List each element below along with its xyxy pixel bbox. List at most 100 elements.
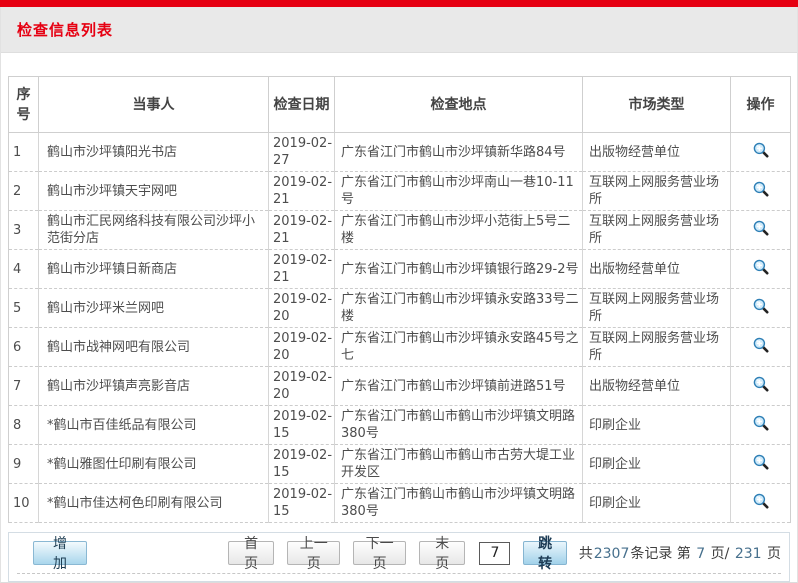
- col-header-no: 序号: [9, 77, 39, 133]
- action-cell: [731, 133, 791, 172]
- table-header-row: 序号 当事人 检查日期 检查地点 市场类型 操作: [9, 77, 791, 133]
- view-detail-button[interactable]: [752, 336, 770, 354]
- view-detail-button[interactable]: [752, 492, 770, 510]
- market-type-cell: 印刷企业: [583, 406, 731, 445]
- magnifier-zoom-icon: [752, 375, 770, 393]
- summary-prefix: 共: [579, 546, 593, 562]
- market-type-cell: 互联网上网服务营业场所: [583, 172, 731, 211]
- row-number-cell: 1: [9, 133, 39, 172]
- party-cell: 鹤山市沙坪镇声亮影音店: [39, 367, 269, 406]
- market-type-cell: 互联网上网服务营业场所: [583, 289, 731, 328]
- row-number-cell: 6: [9, 328, 39, 367]
- magnifier-zoom-icon: [752, 492, 770, 510]
- date-cell: 2019-02-27: [269, 133, 335, 172]
- total-records-count: 2307: [593, 546, 631, 562]
- add-button[interactable]: 增 加: [33, 541, 87, 565]
- magnifier-zoom-icon: [752, 219, 770, 237]
- market-type-cell: 印刷企业: [583, 484, 731, 523]
- table-row: 8 *鹤山市百佳纸品有限公司 2019-02-15 广东省江门市鹤山市鹤山市沙坪…: [9, 406, 791, 445]
- action-cell: [731, 328, 791, 367]
- next-page-button[interactable]: 下一页: [353, 541, 406, 565]
- magnifier-zoom-icon: [752, 258, 770, 276]
- date-cell: 2019-02-21: [269, 211, 335, 250]
- view-detail-button[interactable]: [752, 297, 770, 315]
- date-cell: 2019-02-20: [269, 367, 335, 406]
- market-type-cell: 印刷企业: [583, 445, 731, 484]
- magnifier-zoom-icon: [752, 453, 770, 471]
- place-cell: 广东省江门市鹤山市沙坪镇永安路33号二楼: [335, 289, 583, 328]
- party-cell: *鹤山雅图仕印刷有限公司: [39, 445, 269, 484]
- table-row: 3 鹤山市汇民网络科技有限公司沙坪小范街分店 2019-02-21 广东省江门市…: [9, 211, 791, 250]
- place-cell: 广东省江门市鹤山市鹤山市沙坪镇文明路380号: [335, 484, 583, 523]
- row-number-cell: 10: [9, 484, 39, 523]
- date-cell: 2019-02-15: [269, 406, 335, 445]
- table-wrapper: 序号 当事人 检查日期 检查地点 市场类型 操作 1 鹤山市沙坪镇阳光书店 20…: [8, 76, 790, 523]
- table-row: 9 *鹤山雅图仕印刷有限公司 2019-02-15 广东省江门市鹤山市鹤山市古劳…: [9, 445, 791, 484]
- view-detail-button[interactable]: [752, 375, 770, 393]
- place-cell: 广东省江门市鹤山市沙坪镇永安路45号之七: [335, 328, 583, 367]
- place-cell: 广东省江门市鹤山市鹤山市古劳大堤工业开发区: [335, 445, 583, 484]
- party-cell: 鹤山市汇民网络科技有限公司沙坪小范街分店: [39, 211, 269, 250]
- party-cell: *鹤山市百佳纸品有限公司: [39, 406, 269, 445]
- place-cell: 广东省江门市鹤山市沙坪镇新华路84号: [335, 133, 583, 172]
- row-number-cell: 3: [9, 211, 39, 250]
- party-cell: 鹤山市战神网吧有限公司: [39, 328, 269, 367]
- row-number-cell: 9: [9, 445, 39, 484]
- place-cell: 广东省江门市鹤山市沙坪镇银行路29-2号: [335, 250, 583, 289]
- magnifier-zoom-icon: [752, 414, 770, 432]
- action-cell: [731, 484, 791, 523]
- view-detail-button[interactable]: [752, 180, 770, 198]
- magnifier-zoom-icon: [752, 141, 770, 159]
- magnifier-zoom-icon: [752, 297, 770, 315]
- date-cell: 2019-02-21: [269, 250, 335, 289]
- party-cell: 鹤山市沙坪镇日新商店: [39, 250, 269, 289]
- party-cell: 鹤山市沙坪米兰网吧: [39, 289, 269, 328]
- action-cell: [731, 250, 791, 289]
- table-row: 4 鹤山市沙坪镇日新商店 2019-02-21 广东省江门市鹤山市沙坪镇银行路2…: [9, 250, 791, 289]
- place-cell: 广东省江门市鹤山市沙坪镇前进路51号: [335, 367, 583, 406]
- current-page-number: 7: [695, 546, 706, 562]
- view-detail-button[interactable]: [752, 453, 770, 471]
- inspection-table: 序号 当事人 检查日期 检查地点 市场类型 操作 1 鹤山市沙坪镇阳光书店 20…: [8, 76, 791, 523]
- view-detail-button[interactable]: [752, 258, 770, 276]
- place-cell: 广东省江门市鹤山市沙坪小范街上5号二楼: [335, 211, 583, 250]
- place-cell: 广东省江门市鹤山市鹤山市沙坪镇文明路380号: [335, 406, 583, 445]
- view-detail-button[interactable]: [752, 414, 770, 432]
- prev-page-button[interactable]: 上一页: [287, 541, 340, 565]
- page-container: 检查信息列表 序号 当事人 检查日期 检查地点 市场类型 操作 1 鹤山市沙坪镇: [0, 7, 798, 583]
- table-body: 1 鹤山市沙坪镇阳光书店 2019-02-27 广东省江门市鹤山市沙坪镇新华路8…: [9, 133, 791, 523]
- table-row: 7 鹤山市沙坪镇声亮影音店 2019-02-20 广东省江门市鹤山市沙坪镇前进路…: [9, 367, 791, 406]
- page-title: 检查信息列表: [17, 19, 113, 40]
- market-type-cell: 出版物经营单位: [583, 250, 731, 289]
- footer-toolbar: 增 加 首 页 上一页 下一页 末 页 跳转 共2307条记录 第 7 页/ 2…: [8, 532, 790, 582]
- first-page-button[interactable]: 首 页: [228, 541, 274, 565]
- date-cell: 2019-02-15: [269, 445, 335, 484]
- record-summary: 共2307条记录 第 7 页/ 231 页: [579, 543, 781, 563]
- jump-button[interactable]: 跳转: [523, 541, 566, 565]
- footer-dashed-divider: [17, 573, 781, 574]
- action-cell: [731, 445, 791, 484]
- market-type-cell: 出版物经营单位: [583, 367, 731, 406]
- view-detail-button[interactable]: [752, 219, 770, 237]
- row-number-cell: 2: [9, 172, 39, 211]
- col-header-place: 检查地点: [335, 77, 583, 133]
- date-cell: 2019-02-21: [269, 172, 335, 211]
- place-cell: 广东省江门市鹤山市沙坪南山一巷10-11号: [335, 172, 583, 211]
- date-cell: 2019-02-20: [269, 328, 335, 367]
- total-pages-number: 231: [734, 546, 763, 562]
- market-type-cell: 互联网上网服务营业场所: [583, 328, 731, 367]
- action-cell: [731, 406, 791, 445]
- title-band: 检查信息列表: [1, 7, 797, 53]
- table-row: 2 鹤山市沙坪镇天宇网吧 2019-02-21 广东省江门市鹤山市沙坪南山一巷1…: [9, 172, 791, 211]
- row-number-cell: 4: [9, 250, 39, 289]
- action-cell: [731, 289, 791, 328]
- party-cell: 鹤山市沙坪镇阳光书店: [39, 133, 269, 172]
- page-number-input[interactable]: [479, 542, 510, 565]
- table-row: 10 *鹤山市佳达柯色印刷有限公司 2019-02-15 广东省江门市鹤山市鹤山…: [9, 484, 791, 523]
- view-detail-button[interactable]: [752, 141, 770, 159]
- action-cell: [731, 172, 791, 211]
- table-row: 5 鹤山市沙坪米兰网吧 2019-02-20 广东省江门市鹤山市沙坪镇永安路33…: [9, 289, 791, 328]
- party-cell: 鹤山市沙坪镇天宇网吧: [39, 172, 269, 211]
- last-page-button[interactable]: 末 页: [419, 541, 465, 565]
- market-type-cell: 互联网上网服务营业场所: [583, 211, 731, 250]
